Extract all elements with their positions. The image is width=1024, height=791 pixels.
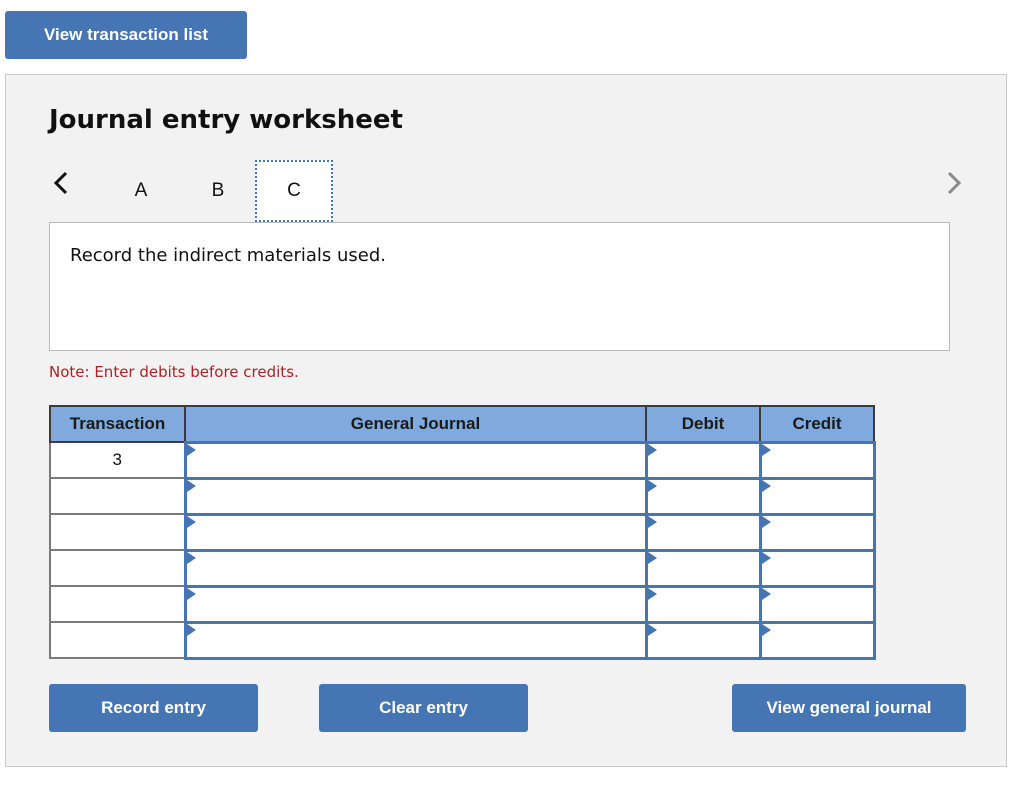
transaction-cell [49, 549, 186, 587]
dropdown-marker-icon [761, 515, 771, 528]
table-header-row: Transaction General Journal Debit Credit [49, 405, 875, 443]
credit-input[interactable] [761, 515, 873, 549]
account-select-cell [183, 584, 648, 624]
dropdown-marker-icon [761, 587, 771, 600]
table-row [49, 620, 876, 660]
account-select[interactable] [186, 479, 645, 513]
chevron-right-icon[interactable] [944, 168, 964, 198]
account-select-cell [183, 620, 648, 660]
dropdown-marker-icon [186, 623, 196, 636]
credit-input-cell [758, 620, 876, 660]
dropdown-marker-icon [647, 479, 657, 492]
journal-entry-worksheet-panel: Journal entry worksheet A B C Record the… [5, 74, 1007, 767]
journal-entry-table: Transaction General Journal Debit Credit… [49, 405, 876, 660]
credit-input-cell [758, 476, 876, 516]
credit-input-cell [758, 440, 876, 480]
transaction-cell [49, 477, 186, 515]
credit-input[interactable] [761, 551, 873, 585]
transaction-cell [49, 621, 186, 659]
clear-entry-button[interactable]: Clear entry [319, 684, 528, 732]
view-transaction-list-button[interactable]: View transaction list [5, 11, 247, 59]
dropdown-marker-icon [186, 479, 196, 492]
header-transaction: Transaction [49, 405, 186, 443]
credit-input[interactable] [761, 623, 873, 657]
header-general-journal: General Journal [184, 405, 647, 443]
dropdown-marker-icon [647, 587, 657, 600]
account-select[interactable] [186, 443, 645, 477]
debit-input[interactable] [647, 587, 759, 621]
dropdown-marker-icon [647, 515, 657, 528]
account-select-cell [183, 476, 648, 516]
note-text: Note: Enter debits before credits. [49, 363, 299, 381]
dropdown-marker-icon [647, 443, 657, 456]
account-select[interactable] [186, 587, 645, 621]
credit-input-cell [758, 548, 876, 588]
tab-b[interactable]: B [198, 161, 238, 221]
dropdown-marker-icon [761, 479, 771, 492]
account-select[interactable] [186, 551, 645, 585]
debit-input[interactable] [647, 623, 759, 657]
debit-input-cell [644, 548, 762, 588]
dropdown-marker-icon [647, 623, 657, 636]
transaction-description: Record the indirect materials used. [70, 245, 387, 266]
view-general-journal-button[interactable]: View general journal [732, 684, 966, 732]
account-select[interactable] [186, 623, 645, 657]
credit-input[interactable] [761, 479, 873, 513]
credit-input[interactable] [761, 587, 873, 621]
dropdown-marker-icon [761, 623, 771, 636]
dropdown-marker-icon [186, 551, 196, 564]
chevron-left-icon[interactable] [51, 168, 71, 198]
debit-input[interactable] [647, 443, 759, 477]
debit-input[interactable] [647, 551, 759, 585]
debit-input-cell [644, 440, 762, 480]
account-select[interactable] [186, 515, 645, 549]
table-row [49, 548, 876, 588]
debit-input-cell [644, 512, 762, 552]
table-row [49, 512, 876, 552]
table-row [49, 476, 876, 516]
debit-input-cell [644, 620, 762, 660]
table-row [49, 584, 876, 624]
debit-input[interactable] [647, 515, 759, 549]
dropdown-marker-icon [761, 443, 771, 456]
tab-c[interactable]: C [255, 160, 333, 222]
credit-input[interactable] [761, 443, 873, 477]
tab-a[interactable]: A [121, 161, 161, 221]
transaction-cell [49, 585, 186, 623]
transaction-description-box: Record the indirect materials used. [49, 222, 950, 351]
dropdown-marker-icon [186, 515, 196, 528]
dropdown-marker-icon [647, 551, 657, 564]
dropdown-marker-icon [186, 587, 196, 600]
transaction-cell [49, 513, 186, 551]
debit-input-cell [644, 476, 762, 516]
debit-input[interactable] [647, 479, 759, 513]
account-select-cell [183, 548, 648, 588]
record-entry-button[interactable]: Record entry [49, 684, 258, 732]
credit-input-cell [758, 584, 876, 624]
header-credit: Credit [759, 405, 875, 443]
transaction-cell: 3 [49, 441, 186, 479]
account-select-cell [183, 512, 648, 552]
dropdown-marker-icon [761, 551, 771, 564]
debit-input-cell [644, 584, 762, 624]
credit-input-cell [758, 512, 876, 552]
header-debit: Debit [645, 405, 761, 443]
page-title: Journal entry worksheet [49, 105, 403, 135]
table-row: 3 [49, 440, 876, 480]
account-select-cell [183, 440, 648, 480]
dropdown-marker-icon [186, 443, 196, 456]
